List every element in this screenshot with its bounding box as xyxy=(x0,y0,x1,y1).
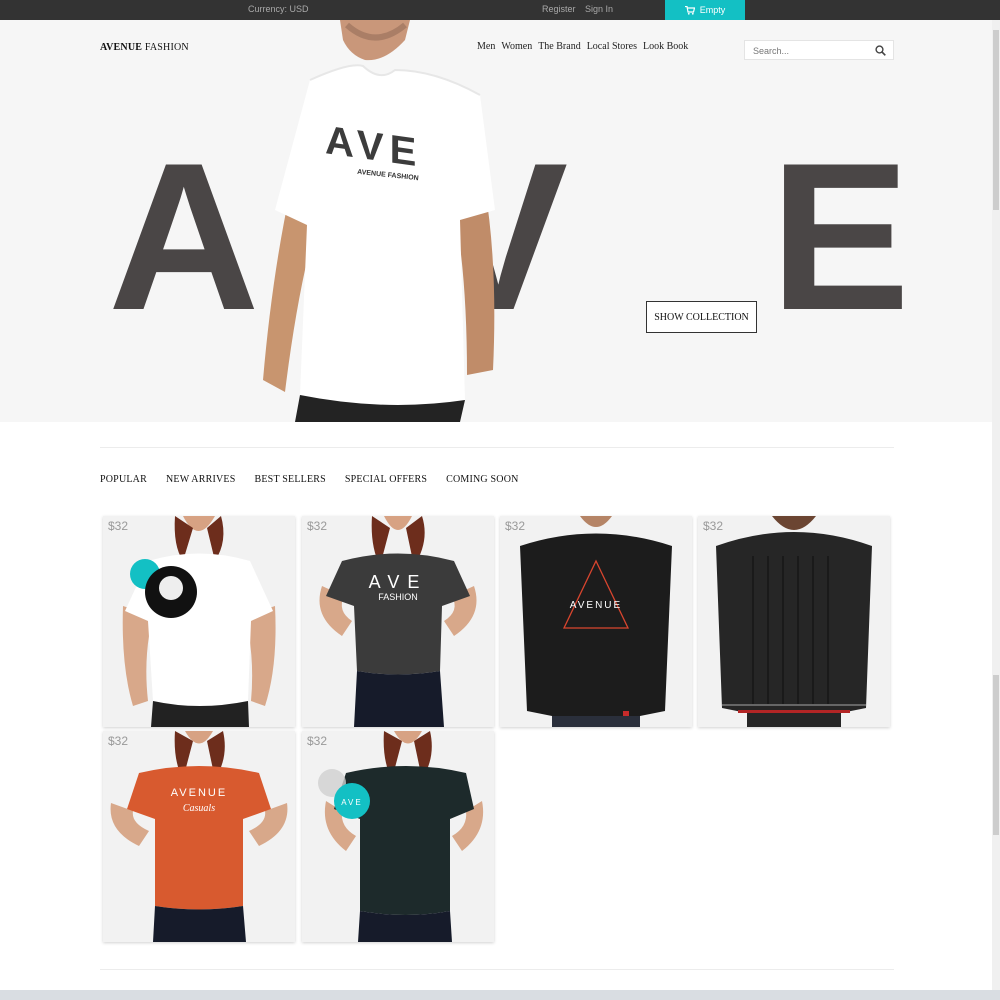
product-price: $32 xyxy=(703,519,724,533)
svg-text:AVE: AVE xyxy=(369,572,428,592)
nav-item-men[interactable]: Men xyxy=(477,41,495,52)
product-card[interactable]: $32 AVE FASHION xyxy=(302,516,494,727)
hero-model-image xyxy=(263,20,495,422)
svg-text:FASHION: FASHION xyxy=(378,592,418,602)
cart-label: Empty xyxy=(699,5,726,15)
tab-popular[interactable]: POPULAR xyxy=(100,474,147,485)
product-image-charcoal-tee: AVE FASHION xyxy=(319,516,477,727)
product-price: $32 xyxy=(307,519,328,533)
product-image-black-longsleeve: AVENUE xyxy=(520,516,672,727)
product-card[interactable]: $32 xyxy=(103,516,295,727)
product-card[interactable]: $32 AVE xyxy=(302,731,494,942)
product-card[interactable]: $32 AVENUE xyxy=(500,516,692,727)
tab-best-sellers[interactable]: BEST SELLERS xyxy=(255,474,326,485)
search-icon[interactable] xyxy=(875,45,886,56)
scrollbar-thumb-secondary[interactable] xyxy=(993,675,999,835)
nav-item-women[interactable]: Women xyxy=(501,41,532,52)
svg-text:Casuals: Casuals xyxy=(183,803,215,814)
svg-text:AVENUE: AVENUE xyxy=(171,787,227,799)
product-filter-tabs: POPULAR NEW ARRIVES BEST SELLERS SPECIAL… xyxy=(100,474,519,485)
show-collection-button[interactable]: SHOW COLLECTION xyxy=(646,301,757,333)
product-image-orange-tee: AVENUE Casuals xyxy=(110,731,288,942)
product-price: $32 xyxy=(505,519,526,533)
register-link[interactable]: Register xyxy=(542,4,576,14)
hero-letter-e: E xyxy=(770,119,911,354)
currency-selector[interactable]: Currency: USD xyxy=(248,4,309,14)
product-price: $32 xyxy=(307,734,328,748)
nav-item-the-brand[interactable]: The Brand xyxy=(538,41,581,52)
product-card[interactable]: $32 xyxy=(698,516,890,727)
nav-item-local-stores[interactable]: Local Stores xyxy=(587,41,637,52)
brand-logo[interactable]: AVENUE FASHION xyxy=(100,42,189,53)
tab-coming-soon[interactable]: COMING SOON xyxy=(446,474,518,485)
search-input[interactable] xyxy=(753,44,863,57)
product-image-dark-sweater xyxy=(716,516,872,727)
nav-item-look-book[interactable]: Look Book xyxy=(643,41,688,52)
svg-text:AVE: AVE xyxy=(341,798,362,807)
section-divider xyxy=(100,969,894,970)
product-price: $32 xyxy=(108,734,129,748)
shopping-cart-icon xyxy=(684,5,695,15)
section-divider xyxy=(100,447,894,448)
product-card[interactable]: $32 AVENUE Casuals xyxy=(103,731,295,942)
product-price: $32 xyxy=(108,519,129,533)
product-image-dark-teal-tee: AVE xyxy=(318,731,484,942)
tab-new-arrives[interactable]: NEW ARRIVES xyxy=(166,474,236,485)
tab-special-offers[interactable]: SPECIAL OFFERS xyxy=(345,474,427,485)
os-taskbar xyxy=(0,990,1000,1000)
hero-banner: A V E AVE AVENUE FASHION AVENUE FASHION … xyxy=(0,20,1000,422)
hero-letter-a: A xyxy=(108,119,260,354)
scrollbar-thumb[interactable] xyxy=(993,30,999,210)
top-bar: Currency: USD Register Sign In Empty xyxy=(0,0,1000,20)
search-box xyxy=(744,40,894,60)
sign-in-link[interactable]: Sign In xyxy=(585,4,613,14)
svg-text:AVENUE: AVENUE xyxy=(570,600,622,611)
cart-button[interactable]: Empty xyxy=(665,0,745,20)
main-nav: Men Women The Brand Local Stores Look Bo… xyxy=(477,41,688,52)
product-image-white-tee xyxy=(122,516,276,727)
